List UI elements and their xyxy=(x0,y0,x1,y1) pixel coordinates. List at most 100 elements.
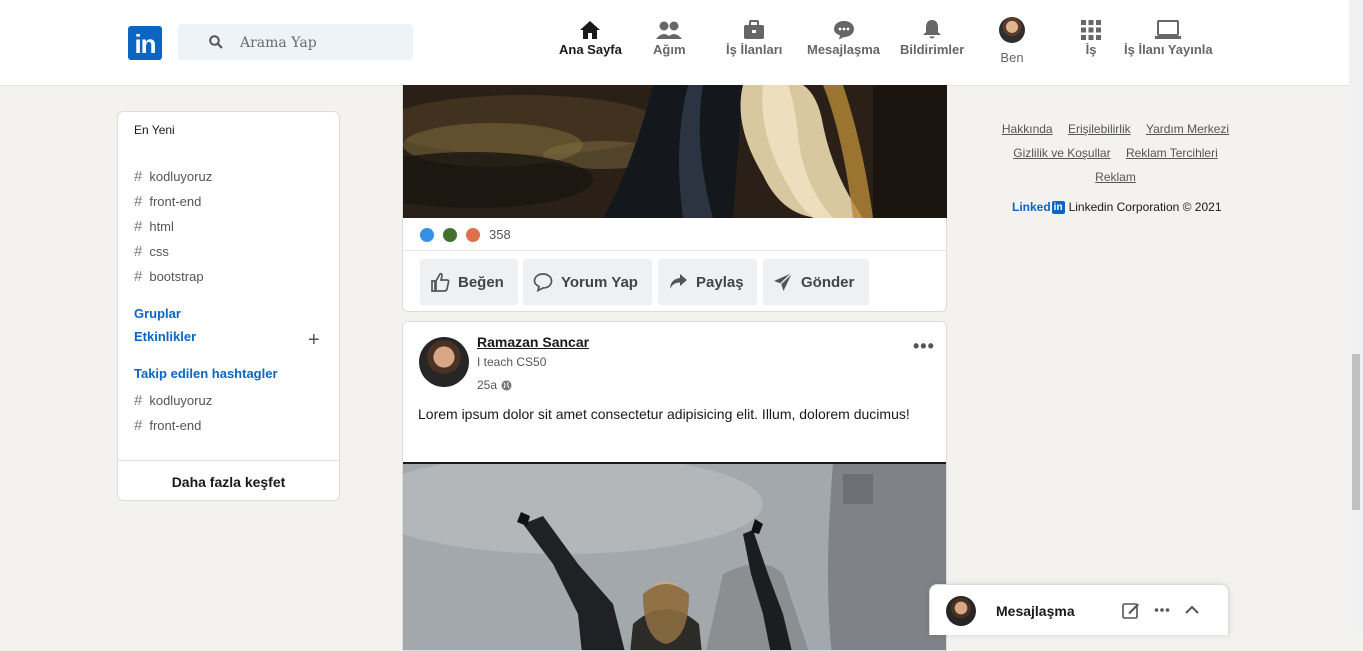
recent-tag[interactable]: # html xyxy=(134,218,174,235)
tag-label: css xyxy=(149,244,169,259)
logo-in: in xyxy=(1051,200,1065,214)
page-scrollbar[interactable] xyxy=(1349,0,1363,635)
left-sidebar-card: En Yeni # kodluyoruz # front-end # html # cs… xyxy=(117,111,340,501)
bell-icon xyxy=(923,20,942,39)
more-options-button[interactable]: ••• xyxy=(913,336,935,357)
recent-tag[interactable]: # css xyxy=(134,243,169,260)
post-image[interactable] xyxy=(403,85,947,218)
nav-jobs[interactable]: İş İlanları xyxy=(726,18,782,57)
feed-post: 358 Beğen Yorum Yap Paylaş Gönder xyxy=(402,85,947,312)
top-nav-bar: in Ana Sayfa Ağım İş İlanları Mesajlaşma… xyxy=(0,0,1349,86)
scrollbar-thumb[interactable] xyxy=(1352,354,1360,510)
groups-link[interactable]: Gruplar xyxy=(134,306,181,321)
briefcase-icon xyxy=(744,20,765,39)
nav-label: Mesajlaşma xyxy=(807,42,880,57)
nav-notifications[interactable]: Bildirimler xyxy=(900,18,964,57)
events-link[interactable]: Etkinlikler xyxy=(134,329,196,344)
tag-label: front-end xyxy=(149,418,202,433)
followed-tag[interactable]: # kodluyoruz xyxy=(134,392,212,409)
author-headline: I teach CS50 xyxy=(477,355,547,369)
post-image-art xyxy=(403,85,947,218)
send-icon xyxy=(774,272,793,291)
copyright-text: Linkedin Corporation © 2021 xyxy=(1068,200,1222,214)
share-icon xyxy=(670,274,687,289)
tag-label: kodluyoruz xyxy=(149,393,213,408)
nav-label: Ağım xyxy=(653,42,686,57)
laptop-icon xyxy=(1155,20,1182,39)
hashtag-icon: # xyxy=(134,243,143,260)
hashtag-icon: # xyxy=(134,168,143,185)
more-icon[interactable] xyxy=(1154,602,1170,618)
nav-home[interactable]: Ana Sayfa xyxy=(559,18,622,57)
hashtag-icon: # xyxy=(134,417,143,434)
footer-link-help[interactable]: Yardım Merkezi xyxy=(1146,122,1229,136)
hashtag-icon: # xyxy=(134,392,143,409)
author-avatar[interactable] xyxy=(419,337,469,387)
share-label: Paylaş xyxy=(696,273,744,291)
nav-label: İş İlanı Yayınla xyxy=(1124,42,1213,57)
nav-me[interactable]: Ben xyxy=(999,17,1025,65)
followed-hashtags-link[interactable]: Takip edilen hashtagler xyxy=(134,366,278,381)
hashtag-icon: # xyxy=(134,218,143,235)
hashtag-icon: # xyxy=(134,268,143,285)
footer-link-ads[interactable]: Reklam xyxy=(1095,170,1136,184)
grid-icon xyxy=(1081,20,1101,40)
footer-copyright: Linked in Linkedin Corporation © 2021 xyxy=(1012,200,1222,214)
globe-icon xyxy=(501,380,512,390)
add-event-button[interactable]: + xyxy=(308,330,320,350)
footer-link-about[interactable]: Hakkında xyxy=(1002,122,1053,136)
feed-post: Ramazan Sancar I teach CS50 25a ••• Lore… xyxy=(402,321,947,651)
nav-network[interactable]: Ağım xyxy=(653,18,686,57)
avatar xyxy=(999,17,1025,43)
post-actions: Beğen Yorum Yap Paylaş Gönder xyxy=(403,250,946,305)
like-button[interactable]: Beğen xyxy=(420,259,518,305)
reaction-count: 358 xyxy=(489,227,511,242)
send-button[interactable]: Gönder xyxy=(763,259,869,305)
followed-tag[interactable]: # front-end xyxy=(134,417,201,434)
nav-label: İş İlanları xyxy=(726,42,783,57)
network-icon xyxy=(656,21,683,39)
comment-label: Yorum Yap xyxy=(561,273,638,291)
like-reaction-icon xyxy=(420,227,434,242)
footer-links: Hakkında Erişilebilirlik Yardım Merkezi … xyxy=(993,117,1238,189)
avatar xyxy=(946,596,976,626)
post-image[interactable] xyxy=(403,462,946,650)
comment-icon xyxy=(533,273,553,292)
hashtag-icon: # xyxy=(134,193,143,210)
search-input[interactable] xyxy=(238,31,402,55)
nav-post-job[interactable]: İş İlanı Yayınla xyxy=(1124,18,1213,57)
tag-label: bootstrap xyxy=(149,269,204,284)
recent-tag[interactable]: # front-end xyxy=(134,193,201,210)
reactions-summary[interactable]: 358 xyxy=(420,227,511,242)
tag-label: front-end xyxy=(149,194,202,209)
nav-work[interactable]: İş xyxy=(1081,18,1101,57)
author-name[interactable]: Ramazan Sancar xyxy=(477,334,589,350)
compose-icon[interactable] xyxy=(1122,601,1140,619)
linkedin-mini-logo: Linked in xyxy=(1012,200,1065,214)
footer-link-accessibility[interactable]: Erişilebilirlik xyxy=(1068,122,1131,136)
linkedin-logo[interactable]: in xyxy=(128,26,162,60)
messaging-title[interactable]: Mesajlaşma xyxy=(996,603,1075,619)
logo-word: Linked xyxy=(1012,200,1051,214)
like-label: Beğen xyxy=(458,273,504,291)
comment-button[interactable]: Yorum Yap xyxy=(523,259,652,305)
recent-tag[interactable]: # bootstrap xyxy=(134,268,204,285)
share-button[interactable]: Paylaş xyxy=(658,259,757,305)
footer-link-privacy[interactable]: Gizlilik ve Koşullar xyxy=(1013,146,1110,160)
search-box[interactable] xyxy=(178,24,413,60)
post-time: 25a xyxy=(477,378,498,392)
recent-tag[interactable]: # kodluyoruz xyxy=(134,168,212,185)
messaging-panel[interactable]: Mesajlaşma xyxy=(929,584,1229,635)
post-timestamp: 25a xyxy=(477,378,512,392)
discover-more-button[interactable]: Daha fazla keşfet xyxy=(118,460,339,501)
chevron-up-icon[interactable] xyxy=(1184,602,1200,618)
footer-link-ad-choices[interactable]: Reklam Tercihleri xyxy=(1126,146,1218,160)
post-image-art xyxy=(403,464,946,650)
nav-label: Bildirimler xyxy=(900,42,965,57)
nav-messaging[interactable]: Mesajlaşma xyxy=(807,18,880,57)
nav-label: Ben xyxy=(1000,50,1024,65)
celebrate-reaction-icon xyxy=(443,227,457,242)
thumbs-up-icon xyxy=(431,272,450,292)
post-text: Lorem ipsum dolor sit amet consectetur a… xyxy=(418,406,910,422)
love-reaction-icon xyxy=(466,227,480,242)
